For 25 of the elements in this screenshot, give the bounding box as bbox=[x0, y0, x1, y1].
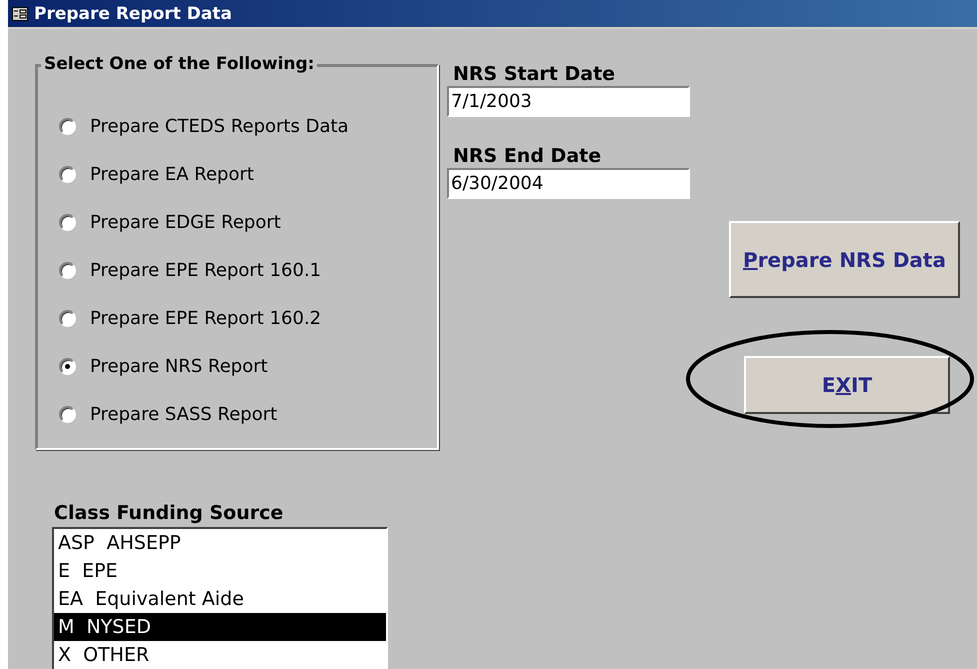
radio-label: Prepare CTEDS Reports Data bbox=[90, 116, 349, 137]
date-label: NRS Start Date bbox=[453, 63, 616, 85]
action-button[interactable]: EXIT bbox=[744, 356, 950, 414]
radio-button[interactable] bbox=[59, 406, 76, 423]
radio-label: Prepare SASS Report bbox=[90, 404, 278, 425]
radio-button[interactable] bbox=[59, 214, 76, 231]
radio-button[interactable] bbox=[59, 166, 76, 183]
date-field[interactable]: 6/30/2004 bbox=[447, 168, 690, 199]
radio-button[interactable] bbox=[59, 118, 76, 135]
radio-button[interactable] bbox=[59, 358, 76, 375]
radio-button[interactable] bbox=[59, 262, 76, 279]
window-title: Prepare Report Data bbox=[34, 4, 232, 24]
radio-label: Prepare EPE Report 160.1 bbox=[90, 260, 322, 281]
date-label: NRS End Date bbox=[453, 145, 602, 167]
list-item[interactable]: M NYSED bbox=[54, 613, 386, 641]
radio-label: Prepare EDGE Report bbox=[90, 212, 281, 233]
action-button[interactable]: Prepare NRS Data bbox=[729, 221, 960, 298]
form-icon bbox=[12, 6, 28, 20]
radio-label: Prepare EPE Report 160.2 bbox=[90, 308, 322, 329]
radio-label: Prepare EA Report bbox=[90, 164, 254, 185]
radio-label: Prepare NRS Report bbox=[90, 356, 268, 377]
list-label: Class Funding Source bbox=[54, 502, 284, 524]
radio-button[interactable] bbox=[59, 310, 76, 327]
date-field[interactable]: 7/1/2003 bbox=[447, 86, 690, 117]
group-legend: Select One of the Following: bbox=[41, 54, 318, 74]
